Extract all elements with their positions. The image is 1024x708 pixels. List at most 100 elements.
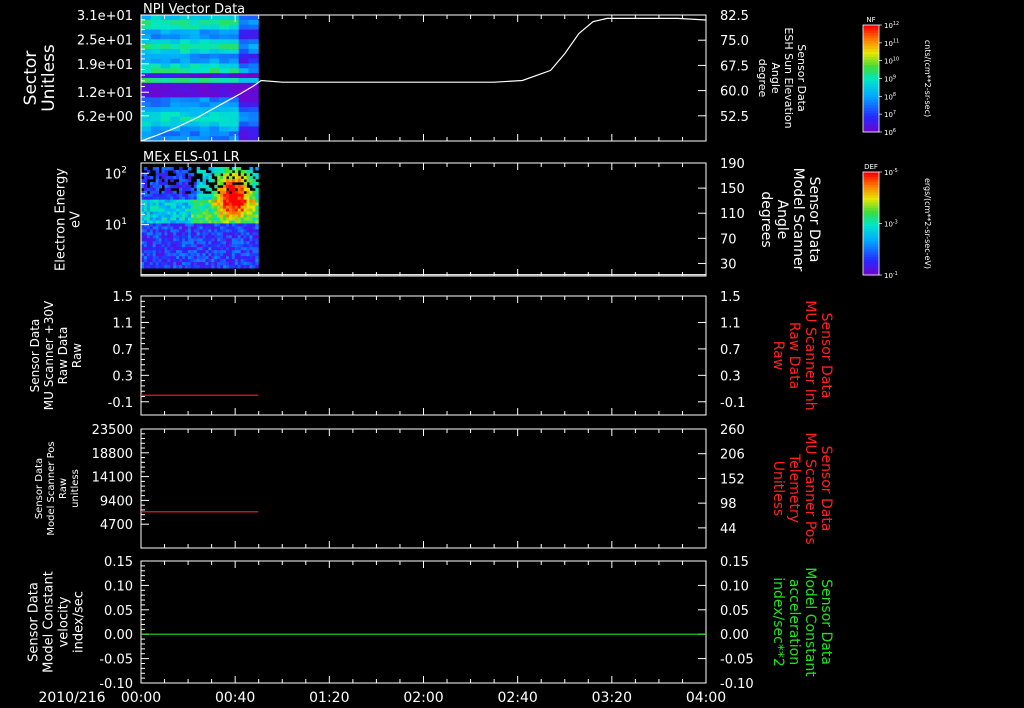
heatmap-cell — [184, 169, 189, 174]
heatmap-cell — [180, 107, 191, 113]
heatmap-cell — [164, 238, 168, 242]
heatmap-cell — [243, 235, 248, 239]
colorbar-label: NF — [866, 16, 875, 24]
heatmap-cell — [214, 244, 218, 248]
heatmap-cell — [149, 199, 154, 204]
heatmap-cell — [234, 190, 239, 195]
right-tick-label: 0.7 — [720, 343, 741, 358]
heatmap-cell — [184, 259, 189, 263]
heatmap-cell — [158, 172, 163, 177]
heatmap-cell — [223, 196, 227, 201]
heatmap-cell — [240, 193, 245, 198]
heatmap-cell — [199, 211, 204, 216]
right-axis-title-line: MU Scanner Pos — [802, 432, 818, 544]
heatmap-cell — [167, 175, 171, 180]
heatmap-cell — [246, 229, 250, 233]
heatmap-cell — [237, 196, 242, 201]
heatmap-cell — [223, 178, 227, 183]
heatmap-cell — [150, 126, 162, 132]
heatmap-cell — [234, 202, 239, 207]
heatmap-cell — [193, 208, 198, 213]
heatmap-cell — [184, 196, 189, 201]
heatmap-cell — [214, 265, 218, 269]
heatmap-cell — [205, 211, 209, 216]
heatmap-cell — [170, 24, 181, 31]
heatmap-cell — [223, 250, 227, 254]
heatmap-cell — [249, 253, 253, 257]
heatmap-cell — [158, 262, 163, 266]
heatmap-cell — [187, 265, 192, 269]
heatmap-cell — [141, 208, 145, 213]
heatmap-cell — [240, 184, 245, 189]
colorbar-units: cnts/(cm**2-sr-sec) — [923, 40, 932, 117]
heatmap-cell — [190, 199, 195, 204]
heatmap-cell — [187, 226, 192, 230]
heatmap-cell — [149, 220, 154, 224]
heatmap-cell — [217, 244, 221, 248]
heatmap-cell — [187, 184, 192, 189]
heatmap-cell — [228, 238, 233, 242]
heatmap-cell — [205, 202, 209, 207]
heatmap-cell — [155, 187, 160, 192]
heatmap-cell — [225, 169, 230, 174]
heatmap-cell — [155, 211, 160, 216]
heatmap-cell — [246, 220, 250, 224]
right-axis-title-line: Telemetry — [786, 453, 802, 523]
heatmap-cell — [209, 121, 220, 127]
heatmap-cell — [176, 205, 180, 210]
heatmap-cell — [231, 259, 236, 263]
heatmap-cell — [143, 214, 148, 218]
heatmap-cell — [217, 259, 221, 263]
heatmap-cell — [237, 211, 242, 216]
heatmap-cell — [208, 238, 212, 242]
heatmap-cell — [180, 102, 191, 108]
heatmap-cell — [217, 202, 221, 207]
heatmap-cell — [243, 256, 248, 260]
right-tick-label: 98 — [720, 497, 737, 512]
heatmap-cell — [219, 48, 230, 55]
heatmap-cell — [209, 102, 220, 108]
heatmap-cell — [199, 116, 210, 123]
heatmap-cell — [234, 205, 239, 210]
heatmap-cell — [155, 167, 160, 171]
heatmap-cell — [246, 232, 250, 236]
left-axis-title-line: Raw — [58, 478, 69, 499]
heatmap-cell — [223, 244, 227, 248]
heatmap-cell — [196, 193, 201, 198]
heatmap-cell — [205, 235, 209, 239]
heatmap-cell — [182, 208, 186, 213]
heatmap-cell — [160, 116, 171, 123]
heatmap-cell — [182, 256, 186, 260]
heatmap-cell — [252, 223, 256, 227]
heatmap-cell — [217, 196, 221, 201]
heatmap-cell — [146, 187, 151, 192]
heatmap-cell — [182, 259, 186, 263]
heatmap-cell — [196, 199, 201, 204]
heatmap-cell — [196, 220, 201, 224]
heatmap-cell — [152, 167, 157, 171]
heatmap-cell — [182, 193, 186, 198]
heatmap-cell — [160, 92, 171, 98]
heatmap-cell — [220, 217, 224, 221]
heatmap-cell — [249, 247, 253, 251]
heatmap-cell — [158, 184, 163, 189]
heatmap-cell — [149, 238, 154, 242]
heatmap-cell — [158, 229, 163, 233]
heatmap-cell — [152, 247, 157, 251]
heatmap-cell — [217, 214, 221, 218]
heatmap-cell — [228, 53, 240, 60]
heatmap-cell — [214, 238, 218, 242]
heatmap-cell — [219, 63, 230, 69]
heatmap-cell — [199, 111, 210, 118]
heatmap-cell — [225, 167, 230, 171]
heatmap-cell — [146, 202, 151, 207]
heatmap-cell — [189, 97, 201, 103]
heatmap-cell — [202, 193, 206, 198]
heatmap — [141, 167, 259, 269]
heatmap-cell — [189, 82, 201, 89]
heatmap-cell — [255, 167, 259, 171]
heatmap-cell — [196, 259, 201, 263]
heatmap-cell — [199, 58, 210, 64]
heatmap-cell — [143, 229, 148, 233]
heatmap-cell — [193, 217, 198, 221]
